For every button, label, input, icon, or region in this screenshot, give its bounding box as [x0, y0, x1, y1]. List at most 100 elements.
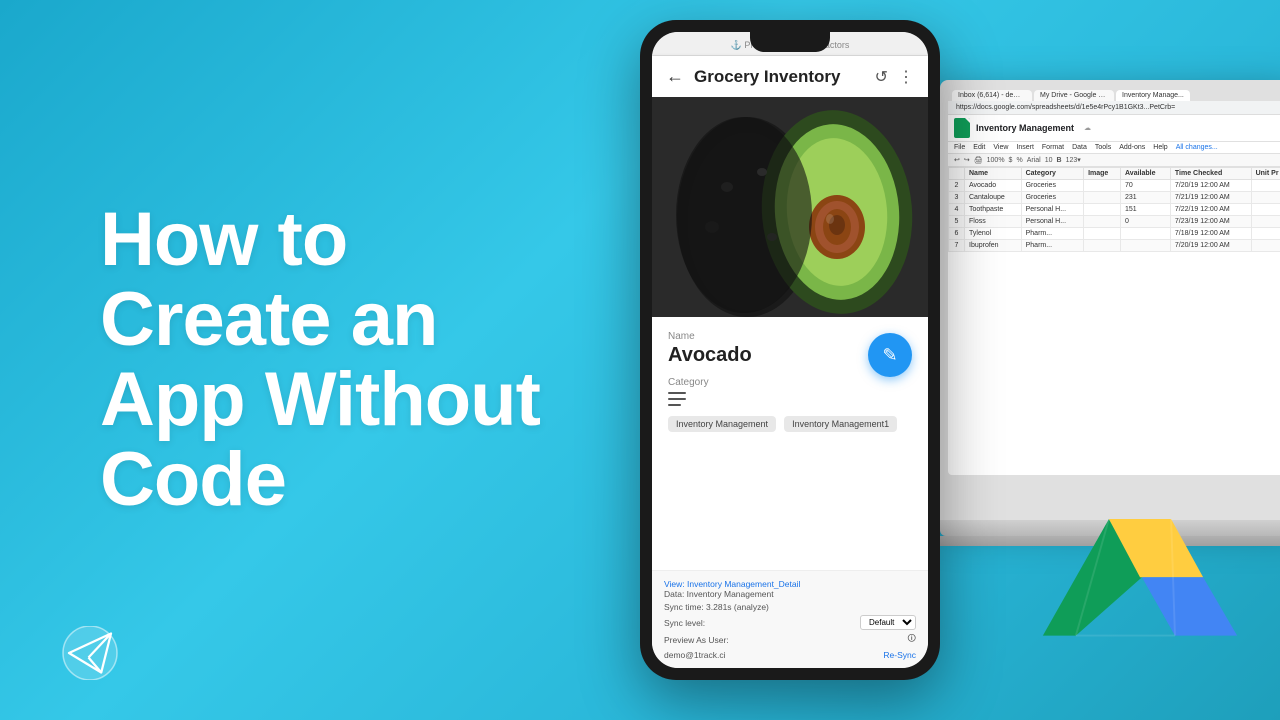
data-info: Data: Inventory Management: [664, 589, 916, 599]
cell-category[interactable]: Pharm...: [1021, 240, 1083, 252]
cell-name[interactable]: Floss: [965, 216, 1022, 228]
cell-name[interactable]: Toothpaste: [965, 204, 1022, 216]
cell-price[interactable]: [1251, 180, 1280, 192]
col-row-num: [949, 168, 965, 180]
phone-screen: ⚓ Preview other form factors ← Grocery I…: [652, 32, 928, 668]
help-icon: 🛈: [907, 633, 916, 647]
sync-level-select[interactable]: Default: [860, 615, 916, 630]
table-row[interactable]: 5 Floss Personal H... 0 7/23/19 12:00 AM: [949, 216, 1280, 228]
menu-help[interactable]: Help: [1153, 144, 1167, 151]
toolbar-undo[interactable]: ↩: [954, 156, 960, 164]
bottom-row-4: demo@1track.ci Re-Sync: [664, 650, 916, 660]
cell-time[interactable]: 7/18/19 12:00 AM: [1170, 228, 1251, 240]
menu-insert[interactable]: Insert: [1016, 144, 1034, 151]
cell-image[interactable]: [1084, 180, 1121, 192]
bottom-info: View: Inventory Management_Detail Data: …: [652, 570, 928, 668]
cell-time[interactable]: 7/20/19 12:00 AM: [1170, 240, 1251, 252]
tab-sheets[interactable]: Inventory Manage...: [1116, 90, 1190, 101]
cell-price[interactable]: [1251, 240, 1280, 252]
menu-view[interactable]: View: [993, 144, 1008, 151]
address-bar[interactable]: https://docs.google.com/spreadsheets/d/1…: [948, 101, 1280, 115]
cell-image[interactable]: [1084, 216, 1121, 228]
cell-name[interactable]: Avocado: [965, 180, 1022, 192]
cell-available[interactable]: [1121, 228, 1171, 240]
paper-plane-logo: [60, 626, 120, 680]
sheets-menu: File Edit View Insert Format Data Tools …: [948, 142, 1280, 154]
toolbar-print[interactable]: 🖨: [974, 156, 983, 164]
tab-gmail[interactable]: Inbox (6,614) - demo@1Tra...: [952, 90, 1032, 101]
cell-image[interactable]: [1084, 228, 1121, 240]
toolbar-redo[interactable]: ↪: [964, 156, 970, 164]
cell-name[interactable]: Cantaloupe: [965, 192, 1022, 204]
menu-tools[interactable]: Tools: [1095, 144, 1111, 151]
back-button[interactable]: ←: [666, 66, 684, 87]
edit-fab[interactable]: ✎: [868, 333, 912, 377]
main-title: How to Create an App Without Code: [100, 200, 560, 519]
cell-category[interactable]: Groceries: [1021, 180, 1083, 192]
menu-file[interactable]: File: [954, 144, 965, 151]
app-title: Grocery Inventory: [694, 67, 875, 87]
cell-available[interactable]: 70: [1121, 180, 1171, 192]
cell-price[interactable]: [1251, 228, 1280, 240]
cell-price[interactable]: [1251, 192, 1280, 204]
more-icon[interactable]: ⋮: [898, 67, 914, 87]
menu-edit[interactable]: Edit: [973, 144, 985, 151]
re-sync-link[interactable]: Re-Sync: [883, 650, 916, 660]
tab-drive[interactable]: My Drive - Google Drive: [1034, 90, 1114, 101]
menu-data[interactable]: Data: [1072, 144, 1087, 151]
col-time: Time Checked: [1170, 168, 1251, 180]
refresh-icon[interactable]: ↺: [875, 67, 888, 87]
browser-tabs: Inbox (6,614) - demo@1Tra... My Drive - …: [948, 88, 1280, 101]
cell-image[interactable]: [1084, 192, 1121, 204]
cell-category[interactable]: Personal H...: [1021, 216, 1083, 228]
menu-addons[interactable]: Add-ons: [1119, 144, 1145, 151]
laptop-screen: Inbox (6,614) - demo@1Tra... My Drive - …: [940, 80, 1280, 520]
table-row[interactable]: 6 Tylenol Pharm... 7/18/19 12:00 AM: [949, 228, 1280, 240]
app-bar: ← Grocery Inventory ↺ ⋮: [652, 56, 928, 97]
sheets-table: Name Category Image Available Time Check…: [948, 167, 1280, 252]
title-line1: How to: [100, 197, 347, 282]
table-row[interactable]: 3 Cantaloupe Groceries 231 7/21/19 12:00…: [949, 192, 1280, 204]
table-row[interactable]: 7 Ibuprofen Pharm... 7/20/19 12:00 AM: [949, 240, 1280, 252]
inv-tag-1: Inventory Management: [668, 416, 776, 432]
table-row[interactable]: 4 Toothpaste Personal H... 151 7/22/19 1…: [949, 204, 1280, 216]
table-row[interactable]: 2 Avocado Groceries 70 7/20/19 12:00 AM: [949, 180, 1280, 192]
sheets-toolbar: ↩ ↪ 🖨 100% $ % Arial 10 B 123▾: [948, 154, 1280, 167]
cell-category[interactable]: Groceries: [1021, 192, 1083, 204]
cell-time[interactable]: 7/21/19 12:00 AM: [1170, 192, 1251, 204]
title-line3: App Without: [100, 357, 540, 442]
toolbar-dollar[interactable]: $: [1009, 157, 1013, 164]
cell-category[interactable]: Pharm...: [1021, 228, 1083, 240]
cell-price[interactable]: [1251, 204, 1280, 216]
cell-time[interactable]: 7/23/19 12:00 AM: [1170, 216, 1251, 228]
cell-name[interactable]: Tylenol: [965, 228, 1022, 240]
view-link[interactable]: View: Inventory Management_Detail: [664, 579, 800, 589]
cell-available[interactable]: [1121, 240, 1171, 252]
col-image: Image: [1084, 168, 1121, 180]
toolbar-size[interactable]: 10: [1045, 157, 1053, 164]
toolbar-formula[interactable]: 123▾: [1066, 156, 1081, 164]
menu-format[interactable]: Format: [1042, 144, 1064, 151]
toolbar-font[interactable]: Arial: [1027, 157, 1041, 164]
drive-logo-container: [1040, 485, 1240, 660]
toolbar-percent[interactable]: %: [1016, 157, 1022, 164]
cell-price[interactable]: [1251, 216, 1280, 228]
cell-time[interactable]: 7/22/19 12:00 AM: [1170, 204, 1251, 216]
cell-available[interactable]: 231: [1121, 192, 1171, 204]
cell-available[interactable]: 0: [1121, 216, 1171, 228]
title-line4: Code: [100, 437, 286, 522]
cell-time[interactable]: 7/20/19 12:00 AM: [1170, 180, 1251, 192]
cell-category[interactable]: Personal H...: [1021, 204, 1083, 216]
bottom-row-3: Preview As User: 🛈: [664, 633, 916, 647]
bottom-row-1: Sync time: 3.281s (analyze): [664, 602, 916, 612]
toolbar-bold[interactable]: B: [1057, 157, 1062, 164]
list-icon: [668, 392, 686, 406]
sheets-logo-icon: [954, 118, 970, 138]
cell-image[interactable]: [1084, 204, 1121, 216]
cell-image[interactable]: [1084, 240, 1121, 252]
left-panel: How to Create an App Without Code: [40, 0, 620, 720]
toolbar-zoom[interactable]: 100%: [987, 157, 1005, 164]
cell-name[interactable]: Ibuprofen: [965, 240, 1022, 252]
cell-available[interactable]: 151: [1121, 204, 1171, 216]
avocado-image: [652, 97, 928, 317]
